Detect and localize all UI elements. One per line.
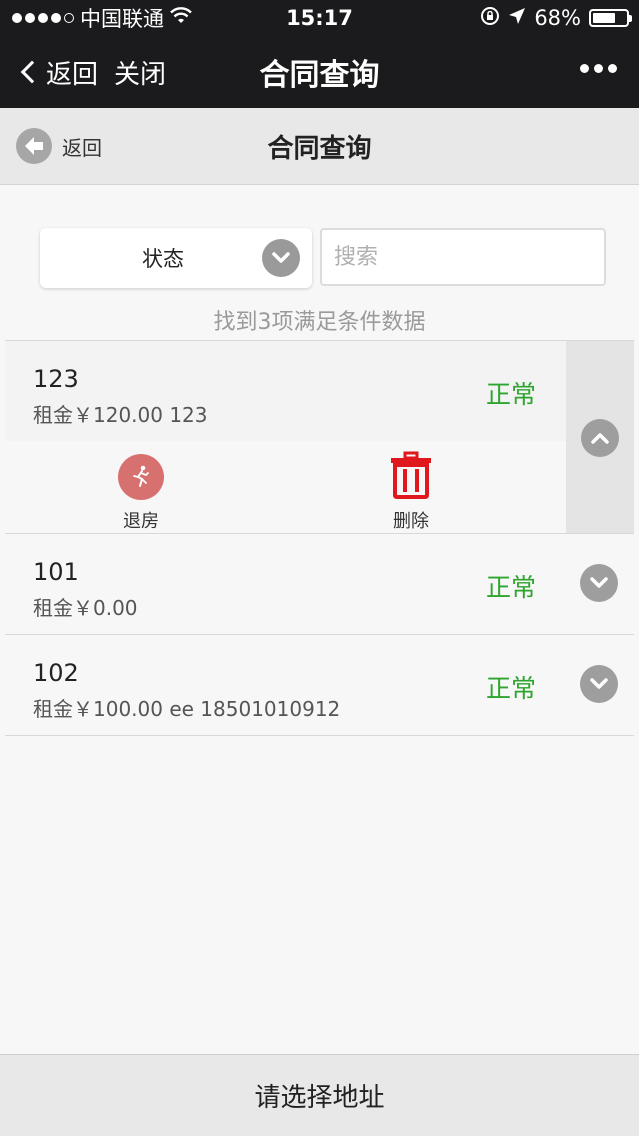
contract-summary[interactable]: 123 租金￥120.00 123 正常 bbox=[5, 341, 634, 441]
orientation-lock-icon bbox=[480, 6, 500, 31]
status-right: 68% bbox=[480, 6, 632, 31]
chevron-down-icon[interactable] bbox=[580, 665, 618, 703]
contract-status: 正常 bbox=[485, 380, 536, 409]
arrow-left-icon bbox=[16, 128, 52, 164]
location-arrow-icon bbox=[508, 6, 526, 30]
wechat-back-label: 返回 bbox=[46, 59, 99, 90]
contract-item[interactable]: 101 租金￥0.00 正常 bbox=[5, 534, 634, 635]
contract-rent: 租金￥100.00 ee 18501010912 bbox=[33, 697, 341, 721]
contract-actions: 退房 删除 bbox=[5, 441, 634, 533]
wechat-close-button[interactable]: 关闭 bbox=[114, 54, 166, 91]
wechat-nav-bar: 返回 关闭 合同查询 bbox=[0, 36, 639, 108]
checkout-button[interactable]: 退房 bbox=[101, 453, 181, 533]
chevron-up-icon[interactable] bbox=[581, 419, 619, 457]
page-header: 返回 合同查询 bbox=[0, 108, 639, 185]
page-back-label: 返回 bbox=[62, 135, 102, 160]
running-man-icon bbox=[118, 454, 164, 500]
result-count: 找到3项满足条件数据 bbox=[213, 310, 426, 335]
signal-strength-icon bbox=[12, 13, 74, 23]
checkout-label: 退房 bbox=[123, 511, 159, 532]
contract-number: 123 bbox=[33, 365, 79, 393]
contract-summary[interactable]: 102 租金￥100.00 ee 18501010912 正常 bbox=[5, 635, 634, 735]
carrier-label: 中国联通 bbox=[80, 7, 164, 31]
delete-button[interactable]: 删除 bbox=[371, 451, 451, 533]
select-address-button[interactable]: 请选择地址 bbox=[0, 1054, 639, 1136]
battery-percent: 68% bbox=[534, 6, 581, 30]
filter-row: 状态 bbox=[40, 228, 606, 288]
more-icon[interactable] bbox=[580, 64, 617, 73]
collapse-panel[interactable] bbox=[566, 341, 634, 533]
contract-number: 102 bbox=[33, 659, 79, 687]
contract-number: 101 bbox=[33, 558, 79, 586]
trash-icon bbox=[387, 451, 435, 503]
wechat-back-button[interactable]: 返回 bbox=[18, 54, 98, 91]
contract-rent: 租金￥0.00 bbox=[33, 596, 138, 620]
delete-label: 删除 bbox=[393, 511, 429, 532]
chevron-down-icon[interactable] bbox=[580, 564, 618, 602]
status-select[interactable]: 状态 bbox=[40, 228, 312, 288]
contract-status: 正常 bbox=[485, 573, 536, 602]
chevron-down-icon bbox=[262, 239, 300, 277]
contract-item[interactable]: 123 租金￥120.00 123 正常 退房 删除 bbox=[5, 340, 634, 534]
battery-fill bbox=[593, 13, 615, 23]
wifi-icon bbox=[170, 6, 192, 30]
contract-summary[interactable]: 101 租金￥0.00 正常 bbox=[5, 534, 634, 634]
contract-rent: 租金￥120.00 123 bbox=[33, 403, 208, 427]
contract-list: 123 租金￥120.00 123 正常 退房 删除 101 租金￥0.00 正… bbox=[5, 340, 634, 736]
search-input[interactable] bbox=[320, 228, 606, 286]
status-select-label: 状态 bbox=[142, 247, 184, 271]
page-back-button[interactable]: 返回 bbox=[16, 128, 102, 164]
contract-item[interactable]: 102 租金￥100.00 ee 18501010912 正常 bbox=[5, 635, 634, 736]
battery-icon bbox=[589, 9, 632, 27]
status-left: 中国联通 bbox=[12, 3, 192, 33]
chevron-left-icon bbox=[20, 60, 44, 84]
screen: 中国联通 15:17 68% 返回 关闭 合同查询 返回 合同查询 状态 搜索 … bbox=[0, 0, 639, 1136]
status-bar: 中国联通 15:17 68% bbox=[0, 0, 639, 36]
contract-status: 正常 bbox=[485, 674, 536, 703]
